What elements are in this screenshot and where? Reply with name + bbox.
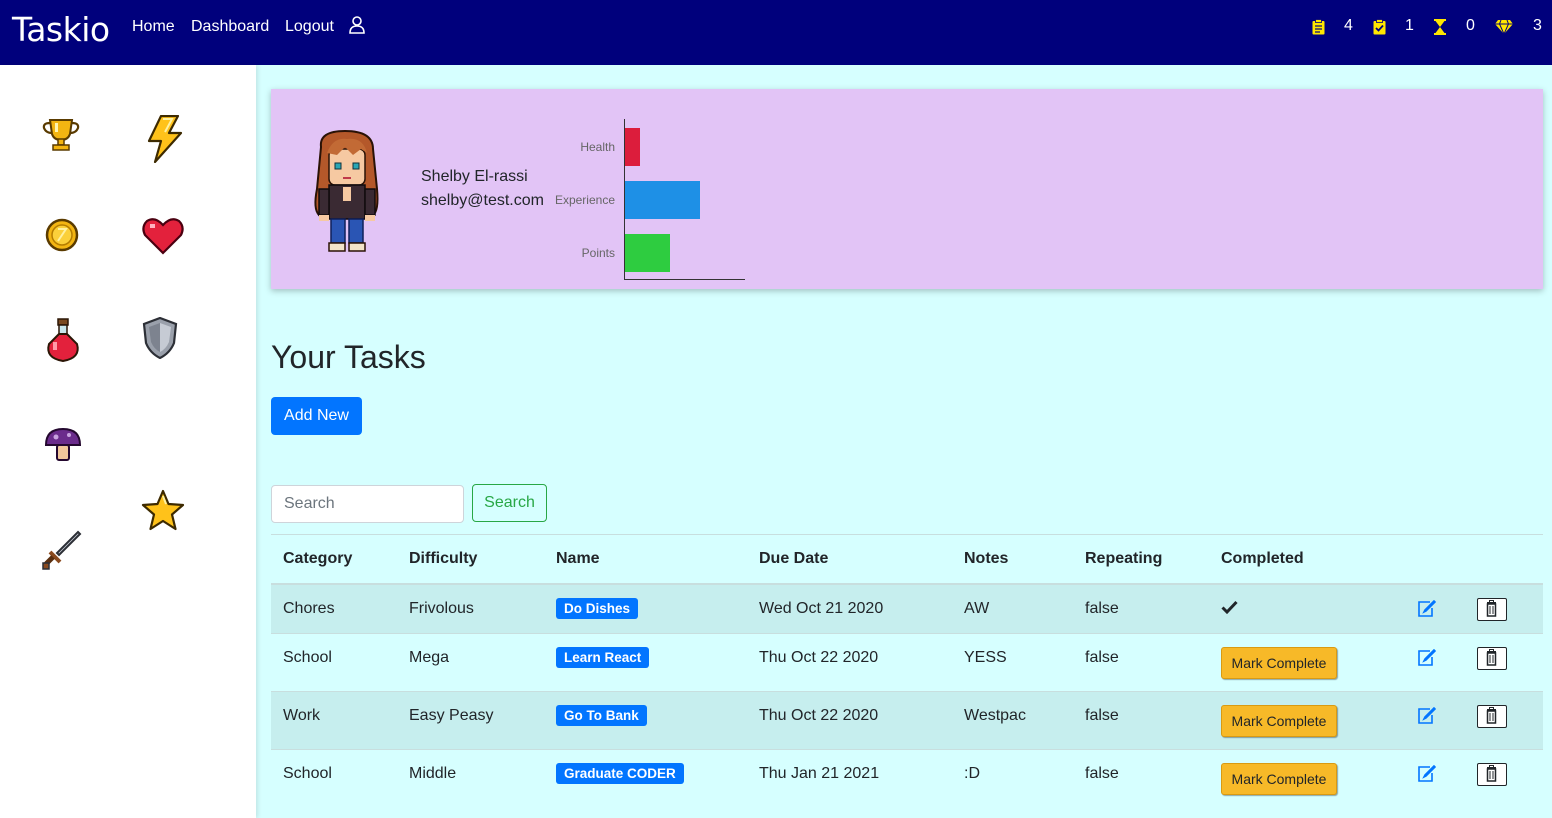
cell-repeating: false [1085, 649, 1119, 666]
header-name[interactable]: Name [556, 550, 600, 568]
header-repeating[interactable]: Repeating [1085, 550, 1162, 568]
shield-icon[interactable] [142, 316, 178, 364]
cell-notes: :D [964, 765, 980, 782]
cell-category: Work [283, 707, 321, 724]
chart-bar-experience [625, 181, 700, 219]
clipboard-check-icon [1373, 19, 1386, 40]
trophy-icon[interactable] [41, 117, 81, 160]
page-title: Your Tasks [271, 339, 426, 375]
cell-difficulty: Easy Peasy [409, 707, 494, 724]
edit-icon[interactable] [1417, 706, 1437, 730]
header-due-date[interactable]: Due Date [759, 550, 828, 568]
search-button[interactable]: Search [472, 484, 547, 522]
checkmark-icon [1221, 600, 1238, 619]
task-name-badge[interactable]: Graduate CODER [556, 763, 684, 784]
trash-icon [1486, 600, 1497, 617]
cell-difficulty: Mega [409, 649, 450, 666]
star-icon[interactable] [141, 489, 185, 536]
chart-bar-points [625, 234, 670, 272]
stat-tasks-count: 4 [1344, 17, 1353, 34]
chart-y-axis [624, 119, 625, 279]
table-row: Work Easy Peasy Go To Bank Thu Oct 22 20… [271, 692, 1543, 750]
trash-icon [1486, 649, 1497, 666]
chart-bar-health [625, 128, 640, 166]
potion-icon[interactable] [44, 318, 82, 369]
task-name-badge[interactable]: Do Dishes [556, 598, 639, 619]
cell-difficulty: Middle [409, 765, 457, 782]
cell-due-date: Thu Oct 22 2020 [759, 707, 879, 724]
table-row: Chores Frivolous Do Dishes Wed Oct 21 20… [271, 585, 1543, 634]
search-input[interactable] [271, 485, 464, 523]
edit-icon[interactable] [1417, 599, 1437, 623]
cell-due-date: Wed Oct 21 2020 [759, 600, 884, 617]
coin-icon[interactable] [44, 217, 80, 258]
delete-button[interactable] [1477, 763, 1507, 786]
task-name-badge[interactable]: Learn React [556, 647, 650, 668]
mushroom-icon[interactable] [44, 427, 82, 468]
mark-complete-button[interactable]: Mark Complete [1221, 705, 1337, 737]
header-category[interactable]: Category [283, 550, 352, 568]
tasks-table: Category Difficulty Name Due Date Notes … [271, 534, 1543, 808]
cell-category: School [283, 649, 332, 666]
delete-button[interactable] [1477, 647, 1507, 670]
table-header: Category Difficulty Name Due Date Notes … [271, 535, 1543, 585]
stat-completed-count: 1 [1405, 17, 1414, 34]
chart-label-points: Points [581, 246, 615, 260]
user-icon[interactable] [349, 16, 365, 39]
heart-icon[interactable] [142, 217, 184, 260]
edit-icon[interactable] [1417, 764, 1437, 788]
nav-dashboard-link[interactable]: Dashboard [191, 18, 269, 36]
delete-button[interactable] [1477, 598, 1507, 621]
hourglass-icon [1434, 19, 1446, 40]
mark-complete-button[interactable]: Mark Complete [1221, 647, 1337, 679]
cell-due-date: Thu Oct 22 2020 [759, 649, 879, 666]
cell-repeating: false [1085, 707, 1119, 724]
stat-gems-count: 3 [1533, 17, 1542, 34]
table-row: School Mega Learn React Thu Oct 22 2020 … [271, 634, 1543, 692]
stat-pending-count: 0 [1466, 17, 1475, 34]
task-name-badge[interactable]: Go To Bank [556, 705, 647, 726]
trash-icon [1486, 765, 1497, 782]
top-navbar: Taskio Home Dashboard Logout 4 1 0 3 [0, 0, 1552, 65]
nav-logout-link[interactable]: Logout [285, 18, 334, 36]
chart-label-health: Health [580, 140, 615, 154]
header-difficulty[interactable]: Difficulty [409, 550, 477, 568]
cell-difficulty: Frivolous [409, 600, 474, 617]
sidebar [0, 65, 256, 818]
clipboard-icon [1312, 19, 1325, 40]
header-completed[interactable]: Completed [1221, 550, 1304, 568]
profile-name: Shelby El-rassi [421, 168, 528, 185]
trash-icon [1486, 707, 1497, 724]
profile-email: shelby@test.com [421, 192, 544, 209]
gem-icon [1494, 19, 1514, 40]
edit-icon[interactable] [1417, 648, 1437, 672]
cell-category: School [283, 765, 332, 782]
nav-home-link[interactable]: Home [132, 18, 175, 36]
cell-due-date: Thu Jan 21 2021 [759, 765, 880, 782]
pixel-avatar [307, 129, 387, 260]
cell-repeating: false [1085, 600, 1119, 617]
cell-notes: Westpac [964, 707, 1026, 724]
profile-card: Shelby El-rassi shelby@test.com Health E… [271, 89, 1543, 289]
lightning-icon[interactable] [145, 114, 183, 168]
sword-icon[interactable] [42, 530, 82, 575]
cell-category: Chores [283, 600, 335, 617]
brand-logo[interactable]: Taskio [12, 10, 110, 49]
cell-repeating: false [1085, 765, 1119, 782]
chart-x-axis [624, 279, 745, 280]
chart-label-experience: Experience [554, 193, 615, 207]
header-notes[interactable]: Notes [964, 550, 1008, 568]
add-new-button[interactable]: Add New [271, 397, 362, 435]
table-row: School Middle Graduate CODER Thu Jan 21 … [271, 750, 1543, 808]
cell-notes: AW [964, 600, 990, 617]
delete-button[interactable] [1477, 705, 1507, 728]
cell-notes: YESS [964, 649, 1007, 666]
mark-complete-button[interactable]: Mark Complete [1221, 763, 1337, 795]
